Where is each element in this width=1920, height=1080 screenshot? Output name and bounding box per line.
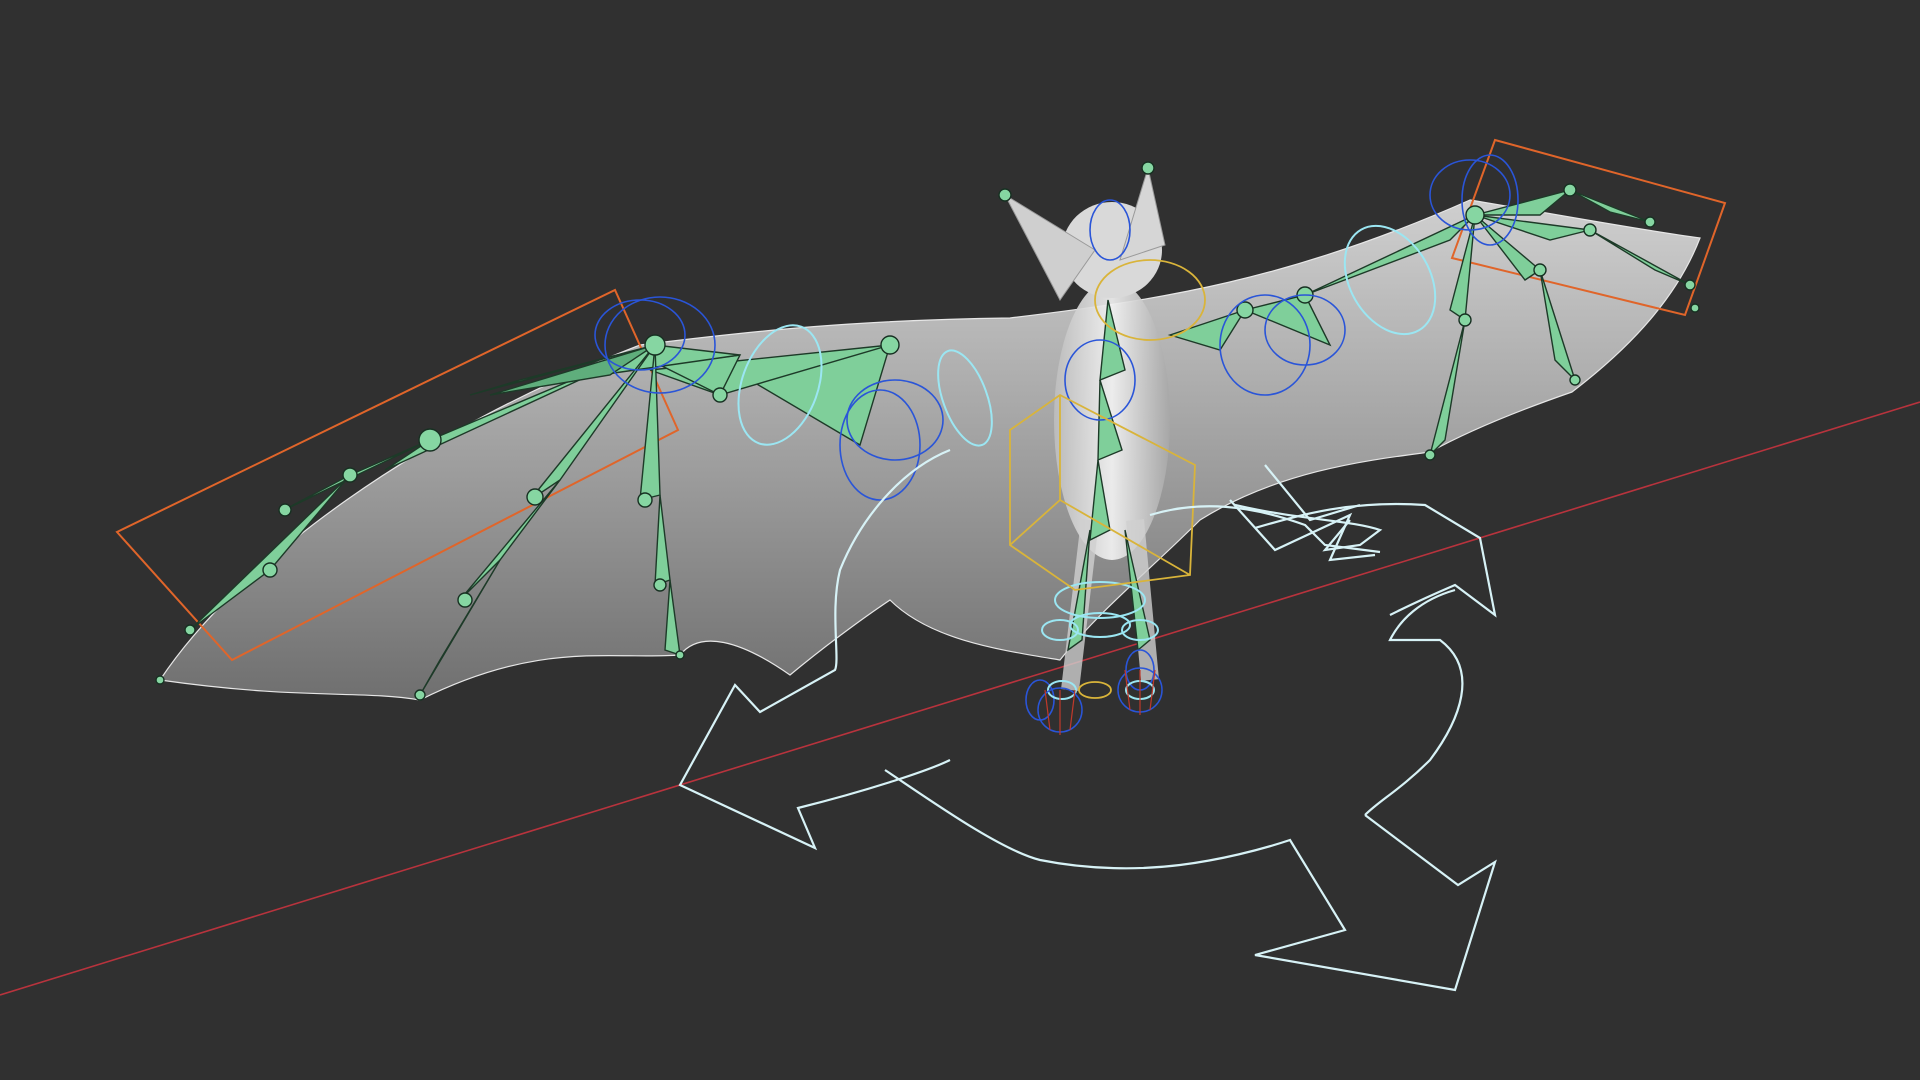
viewport-canvas[interactable] (0, 0, 1920, 1080)
3d-viewport[interactable] (0, 0, 1920, 1080)
